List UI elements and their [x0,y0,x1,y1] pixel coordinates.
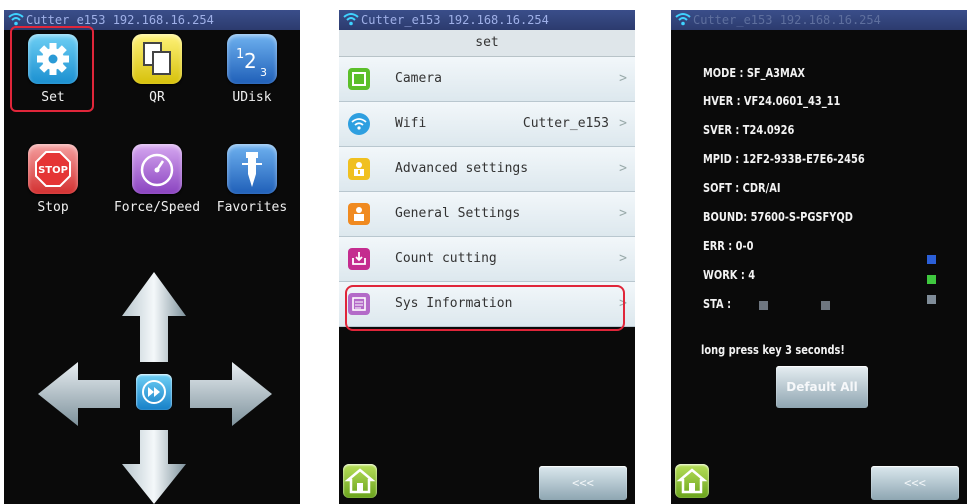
gauge-icon [132,144,182,194]
status-text: Cutter_e153 192.168.16.254 [361,13,549,27]
back-button[interactable]: <<< [539,466,627,500]
app-label: QR [149,90,165,105]
app-favorites[interactable]: Favorites [207,144,297,215]
info-soft: SOFT : CDR/AI [703,181,781,195]
wifi-icon [8,13,24,26]
sys-info-screen: Cutter_e153 192.168.16.254 MODE : SF_A3M… [671,10,967,504]
status-square-green [927,275,936,284]
svg-text:3: 3 [260,66,267,79]
default-all-button[interactable]: Default All [776,366,868,408]
udisk-123-icon: 123 [227,34,277,84]
long-press-note: long press key 3 seconds! [701,343,845,357]
info-hver: HVER : VF24.0601_43_11 [703,94,841,108]
arrow-right-button[interactable] [190,362,272,426]
fast-forward-button[interactable] [136,374,172,410]
info-err: ERR : 0-0 [703,239,754,253]
settings-screen: Cutter_e153 192.168.16.254 set Camera > … [339,10,635,504]
set-highlight [10,26,94,112]
blade-icon [227,144,277,194]
chevron-right-icon: > [619,161,627,176]
count-cutting-icon [348,248,370,270]
sta-indicator-2 [821,301,830,310]
home-button[interactable] [343,464,377,498]
stop-sign-icon: STOP [28,144,78,194]
wifi-network-name: Cutter_e153 [522,116,609,131]
camera-icon [348,68,370,90]
copy-icon [132,34,182,84]
general-settings-icon [348,203,370,225]
menu-label: Count cutting [395,251,497,266]
menu-item-advanced-settings[interactable]: Advanced settings > [339,147,635,192]
menu-label: General Settings [395,206,521,221]
app-force-speed[interactable]: Force/Speed [112,144,202,215]
app-label: UDisk [232,90,272,105]
menu-label: Camera [395,71,442,86]
info-sver: SVER : T24.0926 [703,123,795,137]
home-icon [676,468,708,494]
sta-indicator-1 [759,301,768,310]
arrow-left-button[interactable] [38,362,120,426]
app-qr[interactable]: QR [112,34,202,105]
status-bar: Cutter_e153 192.168.16.254 [671,10,967,30]
wifi-icon [675,13,691,26]
wifi-settings-icon [348,113,370,135]
chevron-right-icon: > [619,251,627,266]
status-square-gray [927,295,936,304]
info-work: WORK : 4 [703,268,756,282]
app-label: Stop [37,200,69,215]
main-screen: Cutter_e153 192.168.16.254 Set QR 123 UD… [4,10,300,504]
arrow-down-button[interactable] [122,430,186,504]
fast-forward-icon [142,380,166,404]
app-label: Favorites [216,200,288,215]
status-square-blue [927,255,936,264]
app-label: Force/Speed [113,200,201,215]
info-sta: STA : [703,297,732,311]
info-bound: BOUND: 57600-S-PGSFYQD [703,210,853,224]
wifi-icon [343,13,359,26]
svg-text:STOP: STOP [38,165,68,176]
app-stop[interactable]: STOP Stop [8,144,98,215]
menu-item-camera[interactable]: Camera > [339,57,635,102]
menu-item-count-cutting[interactable]: Count cutting > [339,237,635,282]
home-icon [344,468,376,494]
menu-item-wifi[interactable]: Wifi Cutter_e153 > [339,102,635,147]
info-mode: MODE : SF_A3MAX [703,66,806,80]
svg-text:2: 2 [244,49,257,73]
chevron-right-icon: > [619,116,627,131]
app-udisk[interactable]: 123 UDisk [207,34,297,105]
menu-label: Advanced settings [395,161,529,176]
sys-information-highlight [345,285,625,331]
chevron-right-icon: > [619,206,627,221]
status-text: Cutter_e153 192.168.16.254 [693,13,881,27]
info-mpid: MPID : 12F2-933B-E7E6-2456 [703,152,865,166]
advanced-settings-icon [348,158,370,180]
menu-item-general-settings[interactable]: General Settings > [339,192,635,237]
status-bar: Cutter_e153 192.168.16.254 [339,10,635,30]
menu-label: Wifi [395,116,427,131]
chevron-right-icon: > [619,71,627,86]
page-title: set [339,30,635,57]
arrow-up-button[interactable] [122,272,186,362]
home-button[interactable] [675,464,709,498]
back-button[interactable]: <<< [871,466,959,500]
